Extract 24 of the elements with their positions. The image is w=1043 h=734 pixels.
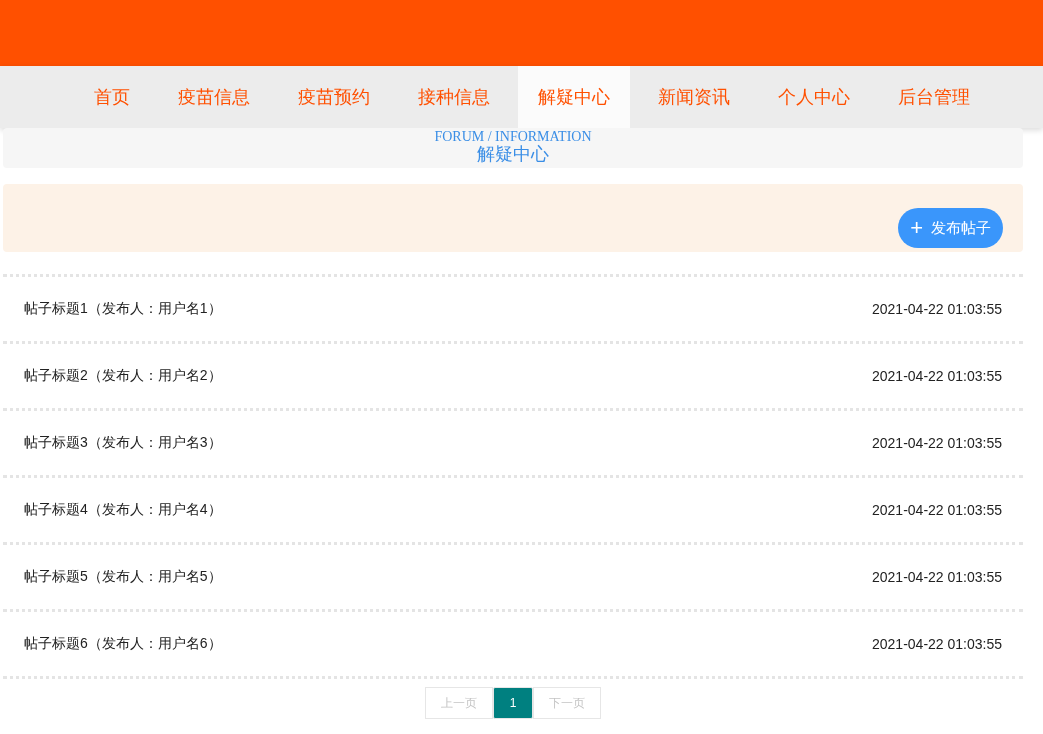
- nav-link[interactable]: 疫苗预约: [277, 66, 390, 128]
- post-time: 2021-04-22 01:03:55: [872, 569, 1002, 585]
- post-title[interactable]: 帖子标题5（发布人：用户名5）: [24, 568, 222, 586]
- nav-link[interactable]: 新闻资讯: [637, 66, 750, 128]
- section-subtitle: FORUM / INFORMATION: [434, 130, 592, 145]
- nav-link[interactable]: 个人中心: [757, 66, 870, 128]
- nav-link[interactable]: 解疑中心: [517, 66, 630, 128]
- post-time: 2021-04-22 01:03:55: [872, 435, 1002, 451]
- nav-link[interactable]: 接种信息: [397, 66, 510, 128]
- page-button[interactable]: 1: [493, 687, 533, 719]
- post-title[interactable]: 帖子标题3（发布人：用户名3）: [24, 434, 222, 452]
- nav-link[interactable]: 疫苗信息: [157, 66, 270, 128]
- new-post-button[interactable]: + 发布帖子: [898, 208, 1003, 248]
- post-title[interactable]: 帖子标题2（发布人：用户名2）: [24, 367, 222, 385]
- post-time: 2021-04-22 01:03:55: [872, 636, 1002, 652]
- post-title[interactable]: 帖子标题4（发布人：用户名4）: [24, 501, 222, 519]
- post-time: 2021-04-22 01:03:55: [872, 301, 1002, 317]
- post-time: 2021-04-22 01:03:55: [872, 502, 1002, 518]
- post-time: 2021-04-22 01:03:55: [872, 368, 1002, 384]
- nav-link[interactable]: 首页: [73, 66, 150, 128]
- nav-link[interactable]: 后台管理: [877, 66, 990, 128]
- section-title: 解疑中心: [477, 144, 549, 166]
- post-title[interactable]: 帖子标题1（发布人：用户名1）: [24, 300, 222, 318]
- post-title[interactable]: 帖子标题6（发布人：用户名6）: [24, 635, 222, 653]
